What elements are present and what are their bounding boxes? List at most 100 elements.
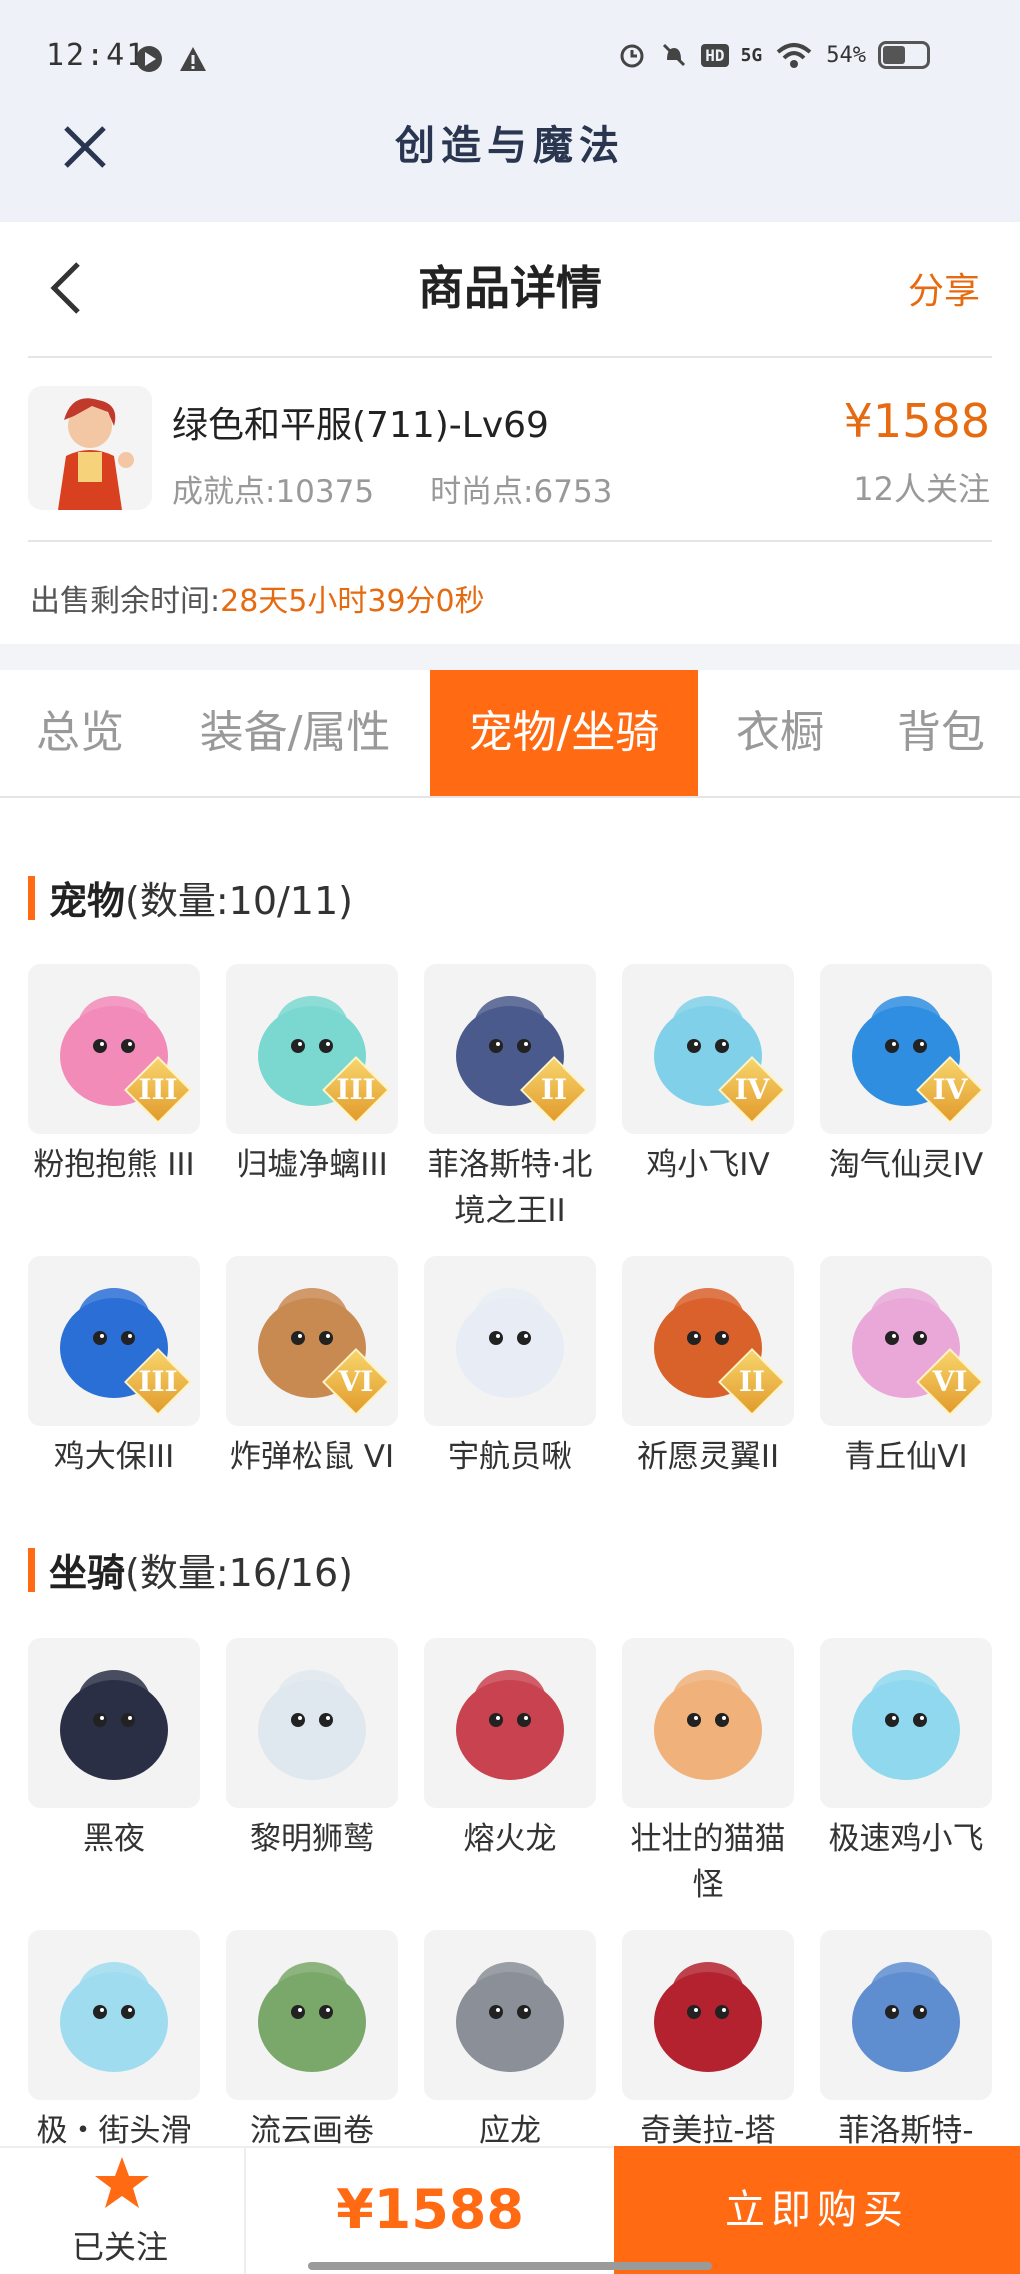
tier-badge-label: VI xyxy=(932,1365,968,1398)
mount-thumbnail xyxy=(622,1930,794,2100)
divider xyxy=(28,356,992,358)
mount-thumbnail xyxy=(28,1930,200,2100)
pet-item[interactable]: IV 鸡小飞IV xyxy=(622,964,794,1234)
status-right: HD 5G 54% xyxy=(617,40,930,70)
pet-name: 炸弹松鼠 VI xyxy=(229,1439,395,1475)
tab-backpack[interactable]: 背包 xyxy=(862,670,1020,796)
pet-item[interactable]: 宇航员啾 xyxy=(424,1256,596,1480)
mount-thumbnail xyxy=(820,1638,992,1808)
tab-overview[interactable]: 总览 xyxy=(0,670,160,796)
pet-thumbnail: II xyxy=(622,1256,794,1426)
pet-thumbnail: IV xyxy=(820,964,992,1134)
tier-badge-label: III xyxy=(336,1073,376,1106)
status-bar: 12:41 HD 5G 54% xyxy=(0,0,1020,118)
pets-grid: III 粉抱抱熊 III III 归墟净螭III II 菲洛斯特·北境之王II IV 鸡小飞I… xyxy=(28,964,992,1480)
tier-badge-label: III xyxy=(138,1365,178,1398)
bottom-price: ¥1588 xyxy=(244,2146,614,2274)
mount-thumbnail xyxy=(820,1930,992,2100)
status-time: 12:41 xyxy=(46,38,147,73)
pet-item[interactable]: II 菲洛斯特·北境之王II xyxy=(424,964,596,1234)
mount-name: 极速鸡小飞 xyxy=(828,1821,984,1857)
pet-item[interactable]: III 粉抱抱熊 III xyxy=(28,964,200,1234)
fashion-points: 时尚点:6753 xyxy=(430,474,613,510)
tab-equipment[interactable]: 装备/属性 xyxy=(160,670,430,796)
mount-thumbnail xyxy=(226,1930,398,2100)
product-stats: 成就点:10375 时尚点:6753 xyxy=(172,466,668,511)
pet-item[interactable]: III 鸡大保III xyxy=(28,1256,200,1480)
mount-item[interactable]: 极・街头滑 xyxy=(28,1930,200,2154)
battery-label: 54% xyxy=(826,42,866,68)
tab-wardrobe[interactable]: 衣橱 xyxy=(698,670,862,796)
mount-item[interactable]: 黑夜 xyxy=(28,1638,200,1908)
tier-badge-label: II xyxy=(738,1365,766,1398)
buy-now-button[interactable]: 立即购买 xyxy=(614,2146,1020,2274)
mount-item[interactable]: 壮壮的猫猫怪 xyxy=(622,1638,794,1908)
mount-item[interactable]: 流云画卷 xyxy=(226,1930,398,2154)
product-name: 绿色和平服(711)-Lv69 xyxy=(172,405,549,446)
mount-item[interactable]: 菲洛斯特- xyxy=(820,1930,992,2154)
pets-section-title: 宠物 (数量:10/11) xyxy=(28,870,353,925)
mount-name: 壮壮的猫猫怪 xyxy=(630,1821,786,1903)
tier-badge-label: III xyxy=(138,1073,178,1106)
home-indicator[interactable] xyxy=(308,2262,712,2270)
follow-label[interactable]: 已关注 xyxy=(40,2222,200,2268)
tab-pets-mounts[interactable]: 宠物/坐骑 xyxy=(430,670,698,796)
pet-name: 鸡大保III xyxy=(53,1439,175,1475)
sale-remaining-time: 出售剩余时间:28天5小时39分0秒 xyxy=(30,576,485,620)
pet-thumbnail: III xyxy=(226,964,398,1134)
mount-name: 黎明狮鹫 xyxy=(250,1821,374,1857)
character-avatar xyxy=(28,386,152,510)
followers-count: 12人关注 xyxy=(853,470,990,508)
mount-item[interactable]: 黎明狮鹫 xyxy=(226,1638,398,1908)
pet-thumbnail: III xyxy=(28,1256,200,1426)
pet-name: 祈愿灵翼II xyxy=(636,1439,780,1475)
achievement-points: 成就点:10375 xyxy=(172,474,375,510)
pet-name: 归墟净螭III xyxy=(236,1147,388,1183)
mounts-grid: 黑夜 黎明狮鹫 熔火龙 壮壮的猫猫怪 极速鸡小飞极・街头滑 流云画卷 应龙 奇美拉-塔 菲洛斯特… xyxy=(28,1638,992,2154)
pet-thumbnail: VI xyxy=(226,1256,398,1426)
mount-item[interactable]: 熔火龙 xyxy=(424,1638,596,1908)
wifi-icon xyxy=(776,43,812,68)
pets-count: (数量:10/11) xyxy=(125,879,353,923)
mount-item[interactable]: 奇美拉-塔 xyxy=(622,1930,794,2154)
pet-item[interactable]: VI 炸弹松鼠 VI xyxy=(226,1256,398,1480)
pet-item[interactable]: IV 淘气仙灵IV xyxy=(820,964,992,1234)
pet-item[interactable]: II 祈愿灵翼II xyxy=(622,1256,794,1480)
tab-bar: 总览 装备/属性 宠物/坐骑 衣橱 背包 xyxy=(0,670,1020,798)
tier-badge-label: VI xyxy=(338,1365,374,1398)
product-price: ¥1588 xyxy=(843,394,990,448)
pet-thumbnail: VI xyxy=(820,1256,992,1426)
mount-thumbnail xyxy=(424,1930,596,2100)
mount-item[interactable]: 极速鸡小飞 xyxy=(820,1638,992,1908)
pets-title: 宠物 xyxy=(49,879,126,923)
pet-thumbnail: II xyxy=(424,964,596,1134)
battery-icon xyxy=(878,41,930,69)
alarm-icon xyxy=(620,44,644,68)
pet-name: 菲洛斯特·北境之王II xyxy=(427,1147,593,1229)
star-icon[interactable] xyxy=(92,2154,152,2214)
sale-time-label: 出售剩余时间: xyxy=(30,584,221,619)
network-label: 5G xyxy=(740,44,763,66)
tier-badge-label: IV xyxy=(932,1073,968,1106)
pet-item[interactable]: VI 青丘仙VI xyxy=(820,1256,992,1480)
mounts-title: 坐骑 xyxy=(49,1551,126,1595)
pet-name: 青丘仙VI xyxy=(844,1439,968,1475)
pet-name: 淘气仙灵IV xyxy=(828,1147,984,1183)
pet-name: 鸡小飞IV xyxy=(646,1147,770,1183)
app-title: 创造与魔法 xyxy=(395,122,625,169)
tier-badge-label: IV xyxy=(734,1073,770,1106)
warning-icon xyxy=(180,47,206,71)
mount-name: 黑夜 xyxy=(83,1821,145,1857)
pet-name: 宇航员啾 xyxy=(448,1439,572,1475)
share-button[interactable]: 分享 xyxy=(908,262,980,314)
mute-icon xyxy=(663,43,686,67)
tier-badge-label: II xyxy=(540,1073,568,1106)
page: 12:41 HD 5G 54% 创造与魔法 商品详情 分享 绿色和平服(711)… xyxy=(0,0,1020,2274)
pet-item[interactable]: III 归墟净螭III xyxy=(226,964,398,1234)
mount-name: 熔火龙 xyxy=(463,1821,557,1857)
mounts-count: (数量:16/16) xyxy=(125,1551,353,1595)
mount-item[interactable]: 应龙 xyxy=(424,1930,596,2154)
divider xyxy=(28,540,992,542)
hd-badge: HD xyxy=(701,43,729,67)
mount-thumbnail xyxy=(226,1638,398,1808)
